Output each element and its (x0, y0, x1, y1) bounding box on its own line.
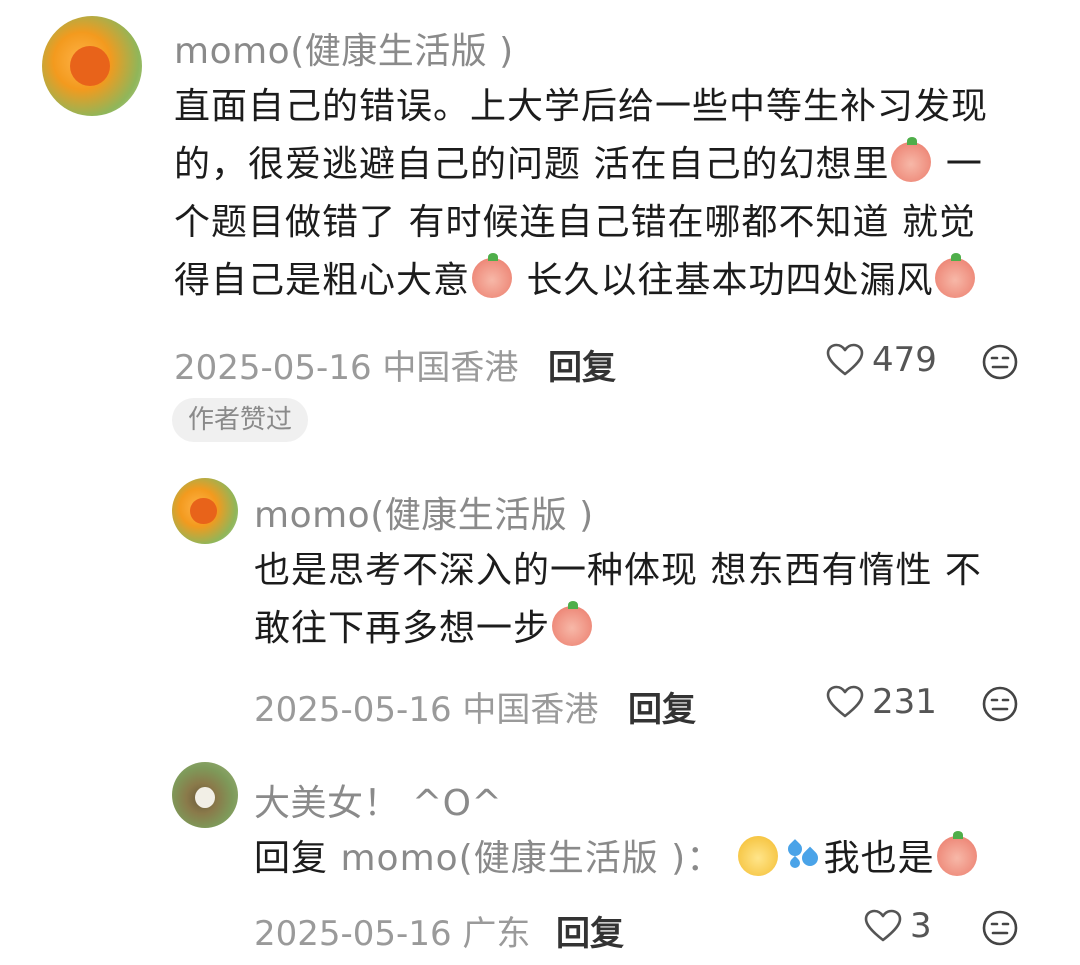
reply-button[interactable]: 回复 (548, 340, 616, 389)
comment-line: 得自己是粗心大意 长久以往基本功四处漏风 (174, 252, 988, 310)
author-liked-badge: 作者赞过 (172, 398, 309, 442)
comment-author[interactable]: 大美女！ ^O^ (254, 774, 502, 826)
crying-emoji-icon (935, 253, 976, 298)
comment-date-location: 2025-05-16 广东 (254, 914, 531, 954)
comment-line: 个题目做错了 有时候连自己错在哪都不知道 就觉 (174, 202, 976, 243)
reply-button[interactable]: 回复 (556, 906, 624, 955)
like-button[interactable]: 3 (864, 906, 932, 946)
reply-item: momo(健康生活版 ) 也是思考不深入的一种体现 想东西有惰性 不 敢往下再多… (0, 470, 1080, 730)
neutral-face-icon[interactable] (982, 686, 1018, 722)
comment-item: momo(健康生活版 ) 直面自己的错误。上大学后给一些中等生补习发现 的，很爱… (0, 0, 1080, 460)
shy-emoji-icon (936, 831, 977, 876)
comment-line: 直面自己的错误。上大学后给一些中等生补习发现 (174, 86, 989, 127)
comment-line: 也是思考不深入的一种体现 想东西有惰性 不 (254, 550, 982, 591)
comment-date-location: 2025-05-16 中国香港 (254, 690, 599, 730)
comment-author[interactable]: momo(健康生活版 ) (174, 22, 514, 74)
heart-icon (864, 909, 902, 943)
comment-line: 敢往下再多想一步 (254, 600, 982, 658)
sweat-drops-emoji-icon (782, 836, 822, 876)
comment-line: 回复 momo(健康生活版 )： 我也是 (254, 830, 979, 888)
comment-text: 直面自己的错误。上大学后给一些中等生补习发现 的，很爱逃避自己的问题 活在自己的… (174, 78, 988, 310)
reply-button[interactable]: 回复 (628, 682, 696, 731)
heart-icon (826, 343, 864, 377)
comment-line: 的，很爱逃避自己的问题 活在自己的幻想里 一 (174, 137, 983, 185)
like-count: 231 (872, 682, 937, 722)
neutral-face-icon[interactable] (982, 910, 1018, 946)
comment-text: 也是思考不深入的一种体现 想东西有惰性 不 敢往下再多想一步 (254, 542, 982, 658)
heart-icon (826, 685, 864, 719)
crying-emoji-icon (472, 253, 513, 298)
crying-emoji-icon (891, 137, 932, 182)
like-count: 3 (910, 906, 932, 946)
comment-text: 回复 momo(健康生活版 )： 我也是 (254, 830, 979, 888)
like-button[interactable]: 479 (826, 340, 937, 380)
reply-prefix: 回复 (254, 838, 329, 879)
yellow-face-emoji-icon (737, 836, 778, 876)
comment-author[interactable]: momo(健康生活版 ) (254, 486, 594, 538)
neutral-face-icon[interactable] (982, 344, 1018, 380)
reply-target-user[interactable]: momo(健康生活版 )： (340, 838, 723, 879)
avatar[interactable] (172, 762, 238, 828)
like-button[interactable]: 231 (826, 682, 937, 722)
comment-date-location: 2025-05-16 中国香港 (174, 348, 519, 388)
crying-emoji-icon (552, 601, 593, 646)
avatar[interactable] (172, 478, 238, 544)
avatar[interactable] (42, 16, 142, 116)
like-count: 479 (872, 340, 937, 380)
reply-item: 大美女！ ^O^ 回复 momo(健康生活版 )： 我也是 2025-05-16… (0, 750, 1080, 965)
